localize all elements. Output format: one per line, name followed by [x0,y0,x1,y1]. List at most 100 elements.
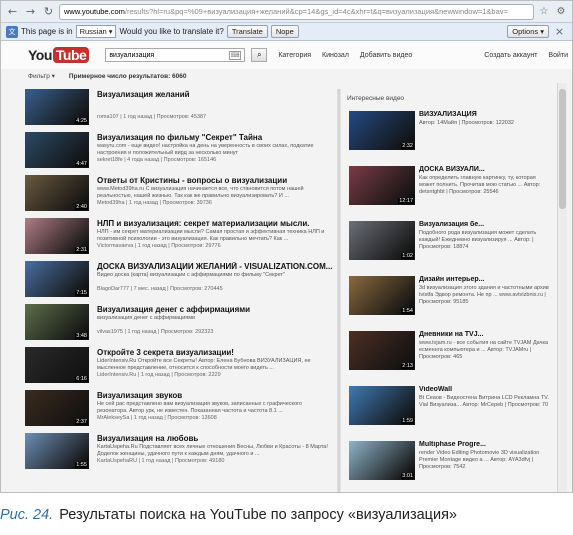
video-thumbnail[interactable]: 4:25 [25,89,89,125]
duration-badge: 4:25 [75,118,88,124]
duration-badge: 3:48 [75,333,88,339]
nav-category[interactable]: Категория [278,52,311,59]
related-description: www.tvjam.ru - все события на сайте TVJA… [419,340,549,360]
video-thumbnail[interactable]: 4:47 [25,132,89,168]
video-title-link[interactable]: Откройте 3 секрета визуализации! [97,348,333,357]
result-row[interactable]: 4:25 Визуализация желаний roma107 | 1 год … [25,89,333,129]
duration-badge: 1:54 [401,308,414,314]
video-title-link[interactable]: Визуализация звуков [97,391,333,400]
dropdown-arrow-icon: ▾ [108,27,113,36]
duration-badge: 2:40 [75,204,88,210]
caption-number: Рис. 24. [0,507,54,523]
related-thumbnail[interactable]: 2:32 [349,111,415,150]
scroll-thumb[interactable] [559,89,566,209]
duration-badge: 2:31 [75,247,88,253]
nope-button[interactable]: Nope [270,25,299,38]
video-meta: Victormavaeva | 1 год назад | Просмотров… [97,243,221,249]
related-thumbnail[interactable]: 2:13 [349,331,415,370]
related-video-row[interactable]: 1:54 Дизайн интерьер... 3d визуализация эт… [345,276,555,328]
nav-cinema[interactable]: Кинозал [322,52,349,59]
result-row[interactable]: 2:31 НЛП и визуализация: секрет материали… [25,218,333,258]
related-thumbnail[interactable]: 1:59 [349,386,415,425]
video-thumbnail[interactable]: 3:48 [25,304,89,340]
url-path: /results?hl=ru&pq=%09+визуализация+желан… [124,7,508,16]
related-title-link[interactable]: Multiphase Progre... [419,441,553,448]
related-title-link[interactable]: VideoWall [419,386,553,393]
related-video-row[interactable]: 1:59 VideoWall Bt Ceaoв - Видеостена Витри… [345,386,555,438]
result-row[interactable]: 2:37 Визуализация звуков Не сей рас предст… [25,390,333,430]
close-icon[interactable]: × [552,24,567,39]
result-row[interactable]: 3:48 Визуализация денег с аффирмациями виз… [25,304,333,344]
result-row[interactable]: 1:55 Визуализация на любовь KartaUspeha.Ru… [25,433,333,473]
video-thumbnail[interactable]: 2:40 [25,175,89,211]
video-meta: vilvas1975 | 1 год назад | Просмотров: 2… [97,329,214,335]
related-video-row[interactable]: 3:01 Multiphase Progre... render Video Edi… [345,441,555,492]
related-title-link[interactable]: Дневники на TVJ... [419,331,553,338]
reload-icon[interactable]: ↻ [41,4,56,19]
keyboard-icon[interactable]: ⌨ [228,50,242,60]
create-account-link[interactable]: Создать аккаунт [484,52,537,59]
video-title-link[interactable]: ДОСКА ВИЗУАЛИЗАЦИИ ЖЕЛАНИЙ - VISUALIZATI… [97,262,333,271]
video-description: НЛП - им секрет материализации мысли? Са… [97,229,325,242]
related-description: Bt Ceaoв - Видеостена Витрина LCD Реклам… [419,395,549,408]
related-title-link[interactable]: Дизайн интерьер... [419,276,553,283]
video-title-link[interactable]: Визуализация по фильму "Секрет" Тайна [97,133,333,142]
video-description: KartaUspeha.Ru Подставляет всех личные о… [97,444,328,457]
related-thumbnail[interactable]: 3:01 [349,441,415,480]
video-description: wasyru.com - еще видео! настройка на ден… [97,143,314,156]
related-description: Как определить главную картинку, ту, кот… [419,175,541,195]
search-button[interactable]: ⌕ [251,48,268,62]
translate-question: Would you like to translate it? [119,27,224,36]
results-list: 4:25 Визуализация желаний roma107 | 1 год … [25,89,333,492]
video-thumbnail[interactable]: 2:31 [25,218,89,254]
related-video-row[interactable]: 2:32 ВИЗУАЛИЗАЦИЯ Автор: 14Майя | Просмотр… [345,111,555,163]
related-title-link[interactable]: Визуализация бе... [419,221,553,228]
result-row[interactable]: 2:40 Ответы от Кристины - вопросы о визуа… [25,175,333,215]
youtube-logo[interactable]: You Tube [28,47,90,63]
login-link[interactable]: Войти [548,52,568,59]
duration-badge: 1:59 [401,418,414,424]
back-icon[interactable]: ← [5,4,20,19]
related-description: Автор: 14Майя | Просмотров: 122032 [419,120,514,126]
video-title-link[interactable]: НЛП и визуализация: секрет материализаци… [97,219,333,228]
scrollbar[interactable] [557,83,567,492]
related-video-row[interactable]: 2:13 Дневники на TVJ... www.tvjam.ru - все… [345,331,555,383]
video-title-link[interactable]: Визуализация желаний [97,90,333,99]
video-thumbnail[interactable]: 1:55 [25,433,89,469]
filter-dropdown[interactable]: Фильтр ▾ [28,72,55,80]
result-row[interactable]: 4:47 Визуализация по фильму "Секрет" Тайн… [25,132,333,172]
translate-button[interactable]: Translate [226,25,268,38]
related-title-link[interactable]: ДОСКА ВИЗУАЛИ... [419,166,553,173]
related-thumbnail[interactable]: 1:02 [349,221,415,260]
language-select[interactable]: Russian ▾ [75,25,117,38]
translate-prefix: This page is in [21,27,73,36]
url-input[interactable]: www.youtube.com/results?hl=ru&pq=%09+виз… [59,3,534,20]
duration-badge: 3:01 [401,473,414,479]
related-description: Подобного рода визуализация может сделат… [419,230,537,250]
url-host: www.youtube.com [64,7,125,16]
duration-badge: 6:16 [75,376,88,382]
video-title-link[interactable]: Ответы от Кристины - вопросы о визуализа… [97,176,333,185]
video-title-link[interactable]: Визуализация денег с аффирмациями [97,305,333,314]
video-thumbnail[interactable]: 2:37 [25,390,89,426]
video-thumbnail[interactable]: 7:15 [25,261,89,297]
video-thumbnail[interactable]: 6:16 [25,347,89,383]
related-video-row[interactable]: 1:02 Визуализация бе... Подобного рода виз… [345,221,555,273]
related-thumbnail[interactable]: 12:17 [349,166,415,205]
video-meta: sekret18fe | 4 года назад | Просмотров: … [97,157,217,163]
related-title-link[interactable]: ВИЗУАЛИЗАЦИЯ [419,111,553,118]
options-button[interactable]: Options ▾ [507,25,549,38]
related-description: render Video Editing Photomovie 3D visua… [419,450,540,470]
bookmark-star-icon[interactable]: ☆ [537,5,551,19]
result-row[interactable]: 7:15 ДОСКА ВИЗУАЛИЗАЦИИ ЖЕЛАНИЙ - VISUALI… [25,261,333,301]
forward-icon[interactable]: → [23,4,38,19]
duration-badge: 7:15 [75,290,88,296]
wrench-icon[interactable]: ⚙ [554,5,568,19]
video-description: www.Metod39ha.ru С визуализация начинает… [97,186,304,199]
result-row[interactable]: 6:16 Откройте 3 секрета визуализации! Lide… [25,347,333,387]
related-thumbnail[interactable]: 1:54 [349,276,415,315]
video-title-link[interactable]: Визуализация на любовь [97,434,333,443]
nav-upload[interactable]: Добавить видео [360,52,412,59]
search-input[interactable]: визуализация ⌨ [105,48,246,62]
related-video-row[interactable]: 12:17 ДОСКА ВИЗУАЛИ... Как определить глав… [345,166,555,218]
